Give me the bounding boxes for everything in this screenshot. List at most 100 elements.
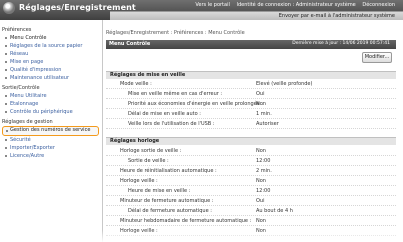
row-label: Heure de mise en veille : — [128, 188, 191, 194]
settings-row: Mise en veille même en cas d'erreur : Oui — [106, 90, 396, 99]
bullet-icon — [5, 77, 7, 79]
row-value: Oui — [256, 198, 265, 204]
sidebar-item-source-papier[interactable]: Réglages de la source papier — [0, 42, 102, 50]
row-label: Minuteur de fermeture automatique : — [120, 198, 214, 204]
settings-row: Minuteur hebdomadaire de fermeture autom… — [106, 217, 396, 226]
bullet-icon — [6, 130, 8, 132]
row-value: Elevé (veille profonde) — [256, 81, 313, 87]
bullet-icon — [5, 53, 7, 55]
row-value: Non — [256, 218, 266, 224]
page-header: Menu Contrôle Dernière mise à jour : 14/… — [106, 40, 396, 49]
sidebar-item-label: Réglages de la source papier — [10, 43, 83, 49]
last-update-text: Dernière mise à jour : 14/06 2019 00:57:… — [292, 41, 390, 46]
modify-button[interactable]: Modifier... — [362, 52, 392, 63]
top-bar: Réglages/Enregistrement Vers le portail … — [0, 0, 403, 20]
sidebar-item-menu-controle[interactable]: Menu Contrôle — [0, 34, 102, 42]
row-value: Non — [256, 228, 266, 234]
sidebar-item-label: Sécurité — [10, 137, 31, 143]
settings-row: Horloge veille : Non — [106, 177, 396, 186]
sidebar-item-label: Importer/Exporter — [10, 145, 55, 151]
row-value: Au bout de 4 h — [256, 208, 293, 214]
bullet-icon — [5, 139, 7, 141]
sidebar-item-securite[interactable]: Sécurité — [0, 136, 102, 144]
row-value: 12:00 — [256, 158, 271, 164]
settings-row: Heure de mise en veille : 12:00 — [106, 187, 396, 196]
sidebar-item-label: Menu Contrôle — [10, 35, 47, 41]
bullet-icon — [5, 103, 7, 105]
row-value: Non — [256, 148, 266, 154]
breadcrumb: Réglages/Enregistrement : Préférences : … — [106, 30, 245, 36]
sidebar-item-label: Mise en page — [10, 59, 44, 65]
row-label: Heure de réinitialisation automatique : — [120, 168, 217, 174]
sidebar-item-etalonnage[interactable]: Etalonnage — [0, 100, 102, 108]
bullet-icon — [5, 147, 7, 149]
top-links: Vers le portail Identité de connexion : … — [190, 2, 395, 8]
sidebar-item-reseau[interactable]: Réseau — [0, 50, 102, 58]
sidebar-section-sortie: Sortie/Contrôle — [2, 85, 40, 91]
sidebar-item-maintenance[interactable]: Maintenance utilisateur — [0, 74, 102, 82]
sidebar-item-numeros-service[interactable]: Gestion des numéros de service — [2, 126, 99, 136]
sidebar-item-label: Contrôle du périphérique — [10, 109, 73, 115]
section-header-veille: Réglages de mise en veille — [106, 71, 396, 79]
sidebar-item-label: Maintenance utilisateur — [10, 75, 70, 81]
row-value: Oui — [256, 91, 265, 97]
bullet-icon — [5, 111, 7, 113]
row-label: Mise en veille même en cas d'erreur : — [128, 91, 223, 97]
sidebar: Préférences Menu Contrôle Réglages de la… — [0, 20, 103, 242]
row-value: 1 min. — [256, 111, 272, 117]
settings-row: Minuteur de fermeture automatique : Oui — [106, 197, 396, 206]
row-label: Délai de fermeture automatique : — [128, 208, 212, 214]
app-logo-icon — [3, 2, 15, 14]
settings-row: Veille lors de l'utilisation de l'USB : A… — [106, 120, 396, 129]
settings-row: Sortie de veille : 12:00 — [106, 157, 396, 166]
row-label: Délai de mise en veille auto : — [128, 111, 201, 117]
bullet-icon — [5, 61, 7, 63]
bullet-icon — [5, 69, 7, 71]
sidebar-item-controle-peripherique[interactable]: Contrôle du périphérique — [0, 108, 102, 116]
bullet-icon — [5, 95, 7, 97]
login-identity-text: Identité de connexion : Administrateur s… — [236, 2, 356, 8]
section-header-horloge: Réglages horloge — [106, 137, 396, 145]
bullet-icon — [5, 37, 7, 39]
sidebar-item-mise-en-page[interactable]: Mise en page — [0, 58, 102, 66]
row-value: Non — [256, 178, 266, 184]
portal-link[interactable]: Vers le portail — [195, 2, 230, 8]
sidebar-item-importer-exporter[interactable]: Importer/Exporter — [0, 144, 102, 152]
sidebar-item-label: Gestion des numéros de service — [10, 127, 91, 133]
row-value: 2 min. — [256, 168, 272, 174]
mail-admin-link[interactable]: Envoyer par e-mail à l'administrateur sy… — [279, 13, 395, 19]
settings-row: Délai de mise en veille auto : 1 min. — [106, 110, 396, 119]
sidebar-item-label: Réseau — [10, 51, 29, 57]
row-value: 12:00 — [256, 188, 271, 194]
sidebar-section-gestion: Réglages de gestion — [2, 119, 53, 125]
main-content: Réglages/Enregistrement : Préférences : … — [104, 20, 403, 242]
sidebar-item-label: Etalonnage — [10, 101, 39, 107]
sidebar-item-label: Qualité d'impression — [10, 67, 62, 73]
settings-row: Horloge sortie de veille : Non — [106, 147, 396, 156]
sidebar-item-menu-utilitaire[interactable]: Menu Utilitaire — [0, 92, 102, 100]
settings-row: Priorité aux économies d'énergie en veil… — [106, 100, 396, 109]
sidebar-item-label: Licence/Autre — [10, 153, 45, 159]
settings-row: Mode veille : Elevé (veille profonde) — [106, 80, 396, 89]
settings-row: Délai de fermeture automatique : Au bout … — [106, 207, 396, 216]
row-label: Horloge sortie de veille : — [120, 148, 182, 154]
row-label: Mode veille : — [120, 81, 152, 87]
settings-row: Heure de réinitialisation automatique : 2… — [106, 167, 396, 176]
row-value: Autoriser — [256, 121, 279, 127]
row-label: Horloge veille : — [120, 228, 158, 234]
row-label: Priorité aux économies d'énergie en veil… — [128, 101, 264, 107]
sidebar-section-preferences: Préférences — [2, 27, 32, 33]
bullet-icon — [5, 155, 7, 157]
row-value: Non — [256, 101, 266, 107]
logout-link[interactable]: Déconnexion — [362, 2, 395, 8]
sidebar-item-qualite[interactable]: Qualité d'impression — [0, 66, 102, 74]
row-label: Horloge veille : — [120, 178, 158, 184]
sidebar-item-licence[interactable]: Licence/Autre — [0, 152, 102, 160]
row-label: Sortie de veille : — [128, 158, 169, 164]
row-label: Veille lors de l'utilisation de l'USB : — [128, 121, 215, 127]
sidebar-item-label: Menu Utilitaire — [10, 93, 47, 99]
row-label: Minuteur hebdomadaire de fermeture autom… — [120, 218, 252, 224]
settings-row: Horloge veille : Non — [106, 227, 396, 236]
page-title: Menu Contrôle — [109, 41, 151, 47]
bullet-icon — [5, 45, 7, 47]
